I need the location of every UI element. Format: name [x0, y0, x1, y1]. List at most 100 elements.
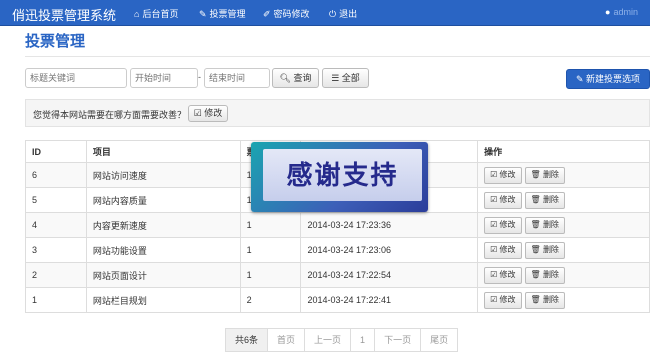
pagination-first[interactable]: 首页	[267, 328, 306, 352]
pencil-icon: ✎	[575, 74, 584, 84]
cell-time: 2014-03-24 17:22:41	[300, 287, 479, 313]
user-menu[interactable]: ● admin	[605, 7, 638, 17]
edit-icon: ☑	[193, 108, 202, 118]
cell-id: 3	[25, 237, 87, 263]
row-edit-button[interactable]: ☑ 修改	[484, 216, 522, 234]
edit-icon: ☑	[490, 244, 498, 254]
page-title: 投票管理	[25, 33, 86, 50]
table-row: 4 内容更新速度 1 2014-03-24 17:23:36 ☑ 修改 🗑︎ 删除	[25, 212, 650, 238]
cell-actions: ☑ 修改 🗑︎ 删除	[477, 162, 650, 188]
vote-question: 您觉得本网站需要在哪方面需要改善？	[33, 110, 187, 120]
thanks-overlay-text: 感谢支持	[263, 149, 422, 201]
nav-password[interactable]: ✐ 密码修改	[263, 7, 310, 20]
cell-item: 网站页面设计	[85, 262, 241, 288]
nav-vote-manage[interactable]: ✎ 投票管理	[199, 7, 246, 20]
cell-time: 2014-03-24 17:22:54	[300, 262, 479, 288]
cell-time: 2014-03-24 17:23:06	[300, 237, 479, 263]
title-divider	[25, 56, 650, 57]
row-delete-label: 删除	[542, 169, 559, 179]
nav-logout[interactable]: ⏻ 退出	[329, 7, 357, 20]
cell-votes: 1	[239, 212, 302, 238]
cell-item: 内容更新速度	[85, 212, 241, 238]
edit-icon: ☑	[490, 269, 498, 279]
pagination-prev[interactable]: 上一页	[304, 328, 352, 352]
cell-actions: ☑ 修改 🗑︎ 删除	[477, 287, 650, 313]
edit-icon: ☑	[490, 219, 498, 229]
row-edit-label: 修改	[499, 294, 516, 304]
row-delete-button[interactable]: 🗑︎ 删除	[524, 241, 565, 259]
user-name: admin	[613, 7, 638, 17]
trash-icon: 🗑︎	[530, 169, 541, 179]
cell-id: 6	[25, 162, 87, 188]
power-icon: ⏻	[329, 9, 337, 19]
table-row: 2 网站页面设计 1 2014-03-24 17:22:54 ☑ 修改 🗑︎ 删除	[25, 262, 650, 288]
header-item: 项目	[85, 140, 241, 163]
new-vote-option-button[interactable]: ✎ 新建投票选项	[566, 69, 650, 89]
vote-question-panel: 您觉得本网站需要在哪方面需要改善？ ☑ 修改	[25, 99, 650, 127]
app-brand[interactable]: 俏迅投票管理系统	[12, 5, 116, 24]
cell-actions: ☑ 修改 🗑︎ 删除	[477, 187, 650, 213]
header-actions: 操作	[477, 140, 650, 163]
cell-item: 网站访问速度	[85, 162, 241, 188]
row-edit-button[interactable]: ☑ 修改	[484, 166, 522, 184]
show-all-label: 全部	[341, 73, 360, 83]
row-edit-label: 修改	[499, 219, 516, 229]
search-label: 查询	[293, 73, 312, 83]
search-icon: 🔍︎	[279, 73, 291, 83]
search-button[interactable]: 🔍︎ 查询	[272, 68, 319, 88]
row-delete-button[interactable]: 🗑︎ 删除	[524, 291, 565, 309]
row-edit-button[interactable]: ☑ 修改	[484, 266, 522, 284]
row-delete-button[interactable]: 🗑︎ 删除	[524, 166, 565, 184]
thanks-overlay-banner: 感谢支持	[251, 142, 428, 212]
top-navbar: 俏迅投票管理系统 ⌂ 后台首页 ✎ 投票管理 ✐ 密码修改 ⏻ 退出 ● admin	[0, 0, 650, 26]
row-edit-button[interactable]: ☑ 修改	[484, 291, 522, 309]
row-edit-label: 修改	[499, 194, 516, 204]
cell-item: 网站栏目规划	[85, 287, 241, 313]
cell-item: 网站内容质量	[85, 187, 241, 213]
row-edit-label: 修改	[499, 269, 516, 279]
end-time-input[interactable]	[204, 68, 270, 88]
edit-icon: ☑	[490, 194, 498, 204]
edit-icon: ☑	[490, 169, 498, 179]
cell-actions: ☑ 修改 🗑︎ 删除	[477, 212, 650, 238]
vote-icon: ✎	[199, 9, 207, 19]
row-delete-button[interactable]: 🗑︎ 删除	[524, 216, 565, 234]
pagination-total: 共6条	[225, 328, 269, 352]
cell-id: 1	[25, 287, 87, 313]
row-edit-button[interactable]: ☑ 修改	[484, 241, 522, 259]
row-delete-button[interactable]: 🗑︎ 删除	[524, 266, 565, 284]
start-time-input[interactable]	[130, 68, 198, 88]
pagination-last[interactable]: 尾页	[420, 328, 459, 352]
cell-votes: 2	[239, 287, 302, 313]
row-delete-label: 删除	[542, 194, 559, 204]
cell-votes: 1	[239, 237, 302, 263]
table-row: 3 网站功能设置 1 2014-03-24 17:23:06 ☑ 修改 🗑︎ 删除	[25, 237, 650, 263]
show-all-button[interactable]: ☰ 全部	[322, 68, 369, 88]
row-delete-label: 删除	[542, 244, 559, 254]
trash-icon: 🗑︎	[530, 294, 541, 304]
header-id: ID	[25, 140, 87, 163]
edit-icon: ☑	[490, 294, 498, 304]
cell-votes: 1	[239, 262, 302, 288]
cell-time: 2014-03-24 17:23:36	[300, 212, 479, 238]
cell-actions: ☑ 修改 🗑︎ 删除	[477, 237, 650, 263]
table-row: 1 网站栏目规划 2 2014-03-24 17:22:41 ☑ 修改 🗑︎ 删除	[25, 287, 650, 313]
pagination-next[interactable]: 下一页	[374, 328, 422, 352]
cell-actions: ☑ 修改 🗑︎ 删除	[477, 262, 650, 288]
row-delete-label: 删除	[542, 294, 559, 304]
home-icon: ⌂	[134, 9, 140, 19]
nav-home[interactable]: ⌂ 后台首页	[134, 7, 178, 20]
nav-vote-label: 投票管理	[209, 9, 246, 19]
user-icon: ●	[605, 7, 611, 17]
nav-password-label: 密码修改	[273, 9, 310, 19]
row-edit-button[interactable]: ☑ 修改	[484, 191, 522, 209]
keyword-input[interactable]	[25, 68, 127, 88]
edit-question-button[interactable]: ☑ 修改	[188, 105, 228, 122]
pagination-page[interactable]: 1	[350, 328, 376, 352]
row-delete-label: 删除	[542, 219, 559, 229]
row-delete-button[interactable]: 🗑︎ 删除	[524, 191, 565, 209]
edit-question-label: 修改	[204, 108, 223, 118]
nav-logout-label: 退出	[339, 9, 358, 19]
range-dash: -	[198, 72, 201, 82]
row-edit-label: 修改	[499, 244, 516, 254]
